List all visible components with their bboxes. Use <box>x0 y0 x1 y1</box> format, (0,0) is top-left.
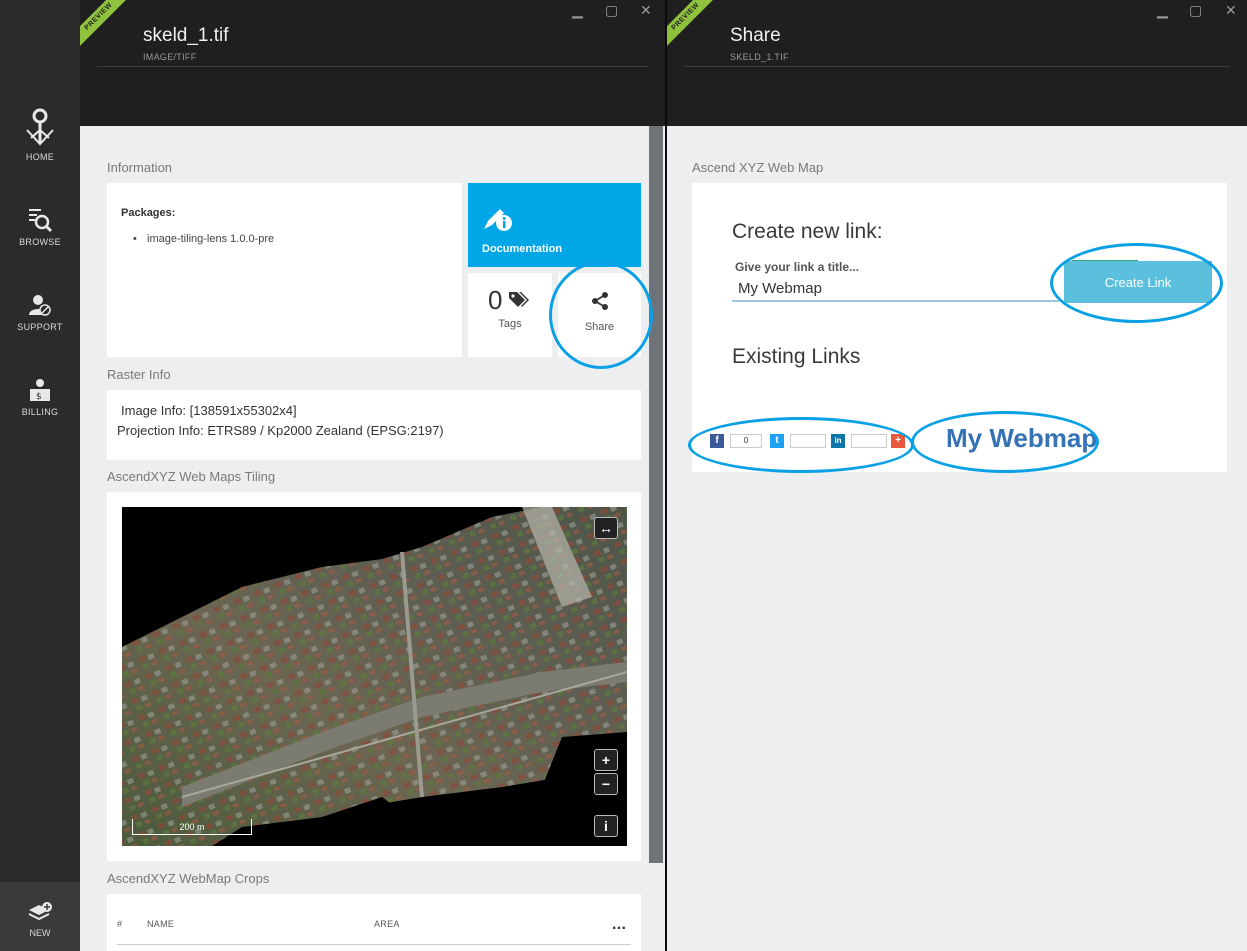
documentation-tile[interactable]: Documentation <box>468 183 641 267</box>
link-title-input[interactable] <box>732 276 1059 302</box>
packages-title: Packages: <box>121 207 176 219</box>
map-expand-button[interactable]: ↔ <box>594 517 618 539</box>
webmap-section-label: Ascend XYZ Web Map <box>692 160 824 175</box>
scrollbar[interactable] <box>649 126 663 863</box>
facebook-icon[interactable]: f <box>710 434 724 448</box>
header-divider <box>684 66 1230 67</box>
blade-subtitle: SKELD_1.TIF <box>730 52 789 62</box>
projection-info: Projection Info: ETRS89 / Kp2000 Zealand… <box>117 423 444 438</box>
svg-text:$: $ <box>36 392 42 402</box>
crops-label: AscendXYZ WebMap Crops <box>107 871 270 886</box>
create-link-button[interactable]: Create Link <box>1064 261 1212 303</box>
package-item: image-tiling-lens 1.0.0-pre <box>133 233 274 245</box>
facebook-count: 0 <box>730 434 762 448</box>
share-blade: PREVIEW Share SKELD_1.TIF ▁ ▢ ✕ Ascend X… <box>667 0 1247 951</box>
maximize-button[interactable]: ▢ <box>605 2 618 19</box>
new-icon <box>28 902 52 921</box>
home-icon <box>26 108 54 146</box>
documentation-label: Documentation <box>482 243 563 255</box>
nav-browse[interactable]: BROWSE <box>0 207 80 247</box>
minimize-button[interactable]: ▁ <box>1157 2 1168 19</box>
support-icon <box>29 295 51 316</box>
link-title-label: Give your link a title... <box>735 260 860 274</box>
existing-links-title: Existing Links <box>732 345 861 368</box>
map-scale-bar: 200 m <box>132 819 252 835</box>
raster-info-card: Image Info: [138591x55302x4] Projection … <box>107 390 641 460</box>
close-button[interactable]: ✕ <box>1225 2 1237 19</box>
billing-icon: $ <box>30 379 50 402</box>
share-card: Create new link: Give your link a title.… <box>692 183 1227 472</box>
preview-ribbon: PREVIEW <box>80 0 130 50</box>
nav-new-label: NEW <box>29 928 51 938</box>
nav-new-button[interactable]: NEW <box>0 882 80 951</box>
map-view[interactable]: ↔ + − i 200 m <box>122 507 627 846</box>
crops-col-area: AREA <box>374 919 400 929</box>
maximize-button[interactable]: ▢ <box>1189 2 1202 19</box>
blade-title: Share <box>730 25 781 46</box>
left-nav: HOME BROWSE SUPPORT $ BILLING NEW <box>0 0 80 951</box>
crops-col-name: NAME <box>147 919 175 929</box>
share-blade-header: PREVIEW Share SKELD_1.TIF ▁ ▢ ✕ <box>667 0 1247 126</box>
documentation-icon <box>484 209 512 231</box>
crops-more-button[interactable]: ... <box>612 916 626 934</box>
twitter-count <box>790 434 826 448</box>
information-label: Information <box>107 160 173 175</box>
linkedin-icon[interactable]: in <box>831 434 845 448</box>
crops-divider <box>117 944 631 945</box>
blade-title: skeld_1.tif <box>143 25 229 46</box>
header-divider <box>97 66 649 67</box>
share-icon <box>592 292 608 310</box>
close-button[interactable]: ✕ <box>640 2 652 19</box>
tags-icon <box>509 292 529 307</box>
browse-icon <box>29 209 53 233</box>
file-blade-header: PREVIEW skeld_1.tif IMAGE/TIFF ▁ ▢ ✕ <box>80 0 665 126</box>
map-info-button[interactable]: i <box>594 815 618 837</box>
share-label: Share <box>584 321 615 333</box>
minimize-button[interactable]: ▁ <box>572 2 583 19</box>
nav-support-label: SUPPORT <box>17 322 63 332</box>
crops-card: # NAME AREA ... <box>107 894 641 951</box>
preview-ribbon: PREVIEW <box>667 0 717 50</box>
raster-info-label: Raster Info <box>107 367 171 382</box>
nav-home-label: HOME <box>25 152 55 162</box>
tags-label: Tags <box>498 318 522 330</box>
twitter-icon[interactable]: t <box>770 434 784 448</box>
add-share-icon[interactable]: + <box>891 434 905 448</box>
nav-billing-label: BILLING <box>21 407 59 417</box>
nav-browse-label: BROWSE <box>19 237 61 247</box>
share-tile[interactable]: Share <box>558 273 641 357</box>
crops-col-number: # <box>117 919 123 929</box>
nav-billing[interactable]: $ BILLING <box>0 378 80 417</box>
tiling-label: AscendXYZ Web Maps Tiling <box>107 469 276 484</box>
aerial-imagery <box>122 507 627 846</box>
preview-ribbon-label: PREVIEW <box>80 0 130 50</box>
nav-support[interactable]: SUPPORT <box>0 293 80 332</box>
tags-tile[interactable]: 0 Tags <box>468 273 552 357</box>
blade-subtitle: IMAGE/TIFF <box>143 52 197 62</box>
create-link-title: Create new link: <box>732 220 883 243</box>
file-blade: PREVIEW skeld_1.tif IMAGE/TIFF ▁ ▢ ✕ Inf… <box>80 0 665 951</box>
image-info: Image Info: [138591x55302x4] <box>121 403 297 418</box>
existing-link-my-webmap[interactable]: My Webmap <box>946 423 1097 454</box>
tags-count: 0 <box>488 285 503 315</box>
preview-ribbon-label: PREVIEW <box>667 0 717 50</box>
linkedin-count <box>851 434 887 448</box>
nav-home[interactable]: HOME <box>0 108 80 162</box>
zoom-out-button[interactable]: − <box>594 773 618 795</box>
zoom-in-button[interactable]: + <box>594 749 618 771</box>
packages-card: Packages: image-tiling-lens 1.0.0-pre <box>107 183 462 357</box>
